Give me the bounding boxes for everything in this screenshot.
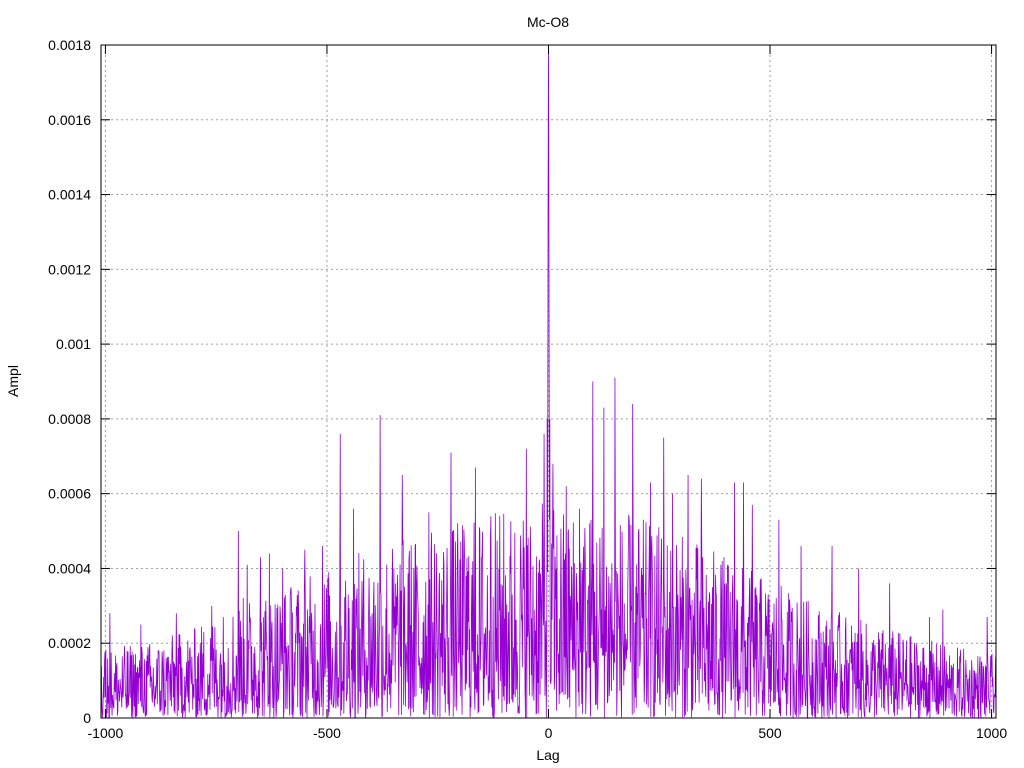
y-tick-label: 0.0014: [48, 187, 91, 203]
chart-title: Mc-O8: [527, 14, 569, 30]
y-tick-label: 0.0006: [48, 486, 91, 502]
y-axis-label: Ampl: [5, 365, 21, 397]
y-tick-label: 0.0004: [48, 560, 91, 576]
y-tick-label: 0: [83, 710, 91, 726]
x-axis-label: Lag: [536, 747, 559, 763]
y-tick-label: 0.0018: [48, 37, 91, 53]
y-tick-label: 0.0002: [48, 635, 91, 651]
y-tick-label: 0.0012: [48, 261, 91, 277]
x-tick-label: 0: [545, 725, 553, 741]
x-tick-label: 500: [758, 725, 782, 741]
x-tick-label: -1000: [88, 725, 124, 741]
y-tick-label: 0.0008: [48, 411, 91, 427]
autocorrelation-chart: Mc-O8 -1000 -500 0 500 1000 0 0.0002 0.0004 0.0…: [5, 14, 1007, 763]
y-tick-label: 0.001: [56, 336, 91, 352]
x-tick-label: 1000: [976, 725, 1007, 741]
x-tick-label: -500: [313, 725, 341, 741]
y-tick-label: 0.0016: [48, 112, 91, 128]
